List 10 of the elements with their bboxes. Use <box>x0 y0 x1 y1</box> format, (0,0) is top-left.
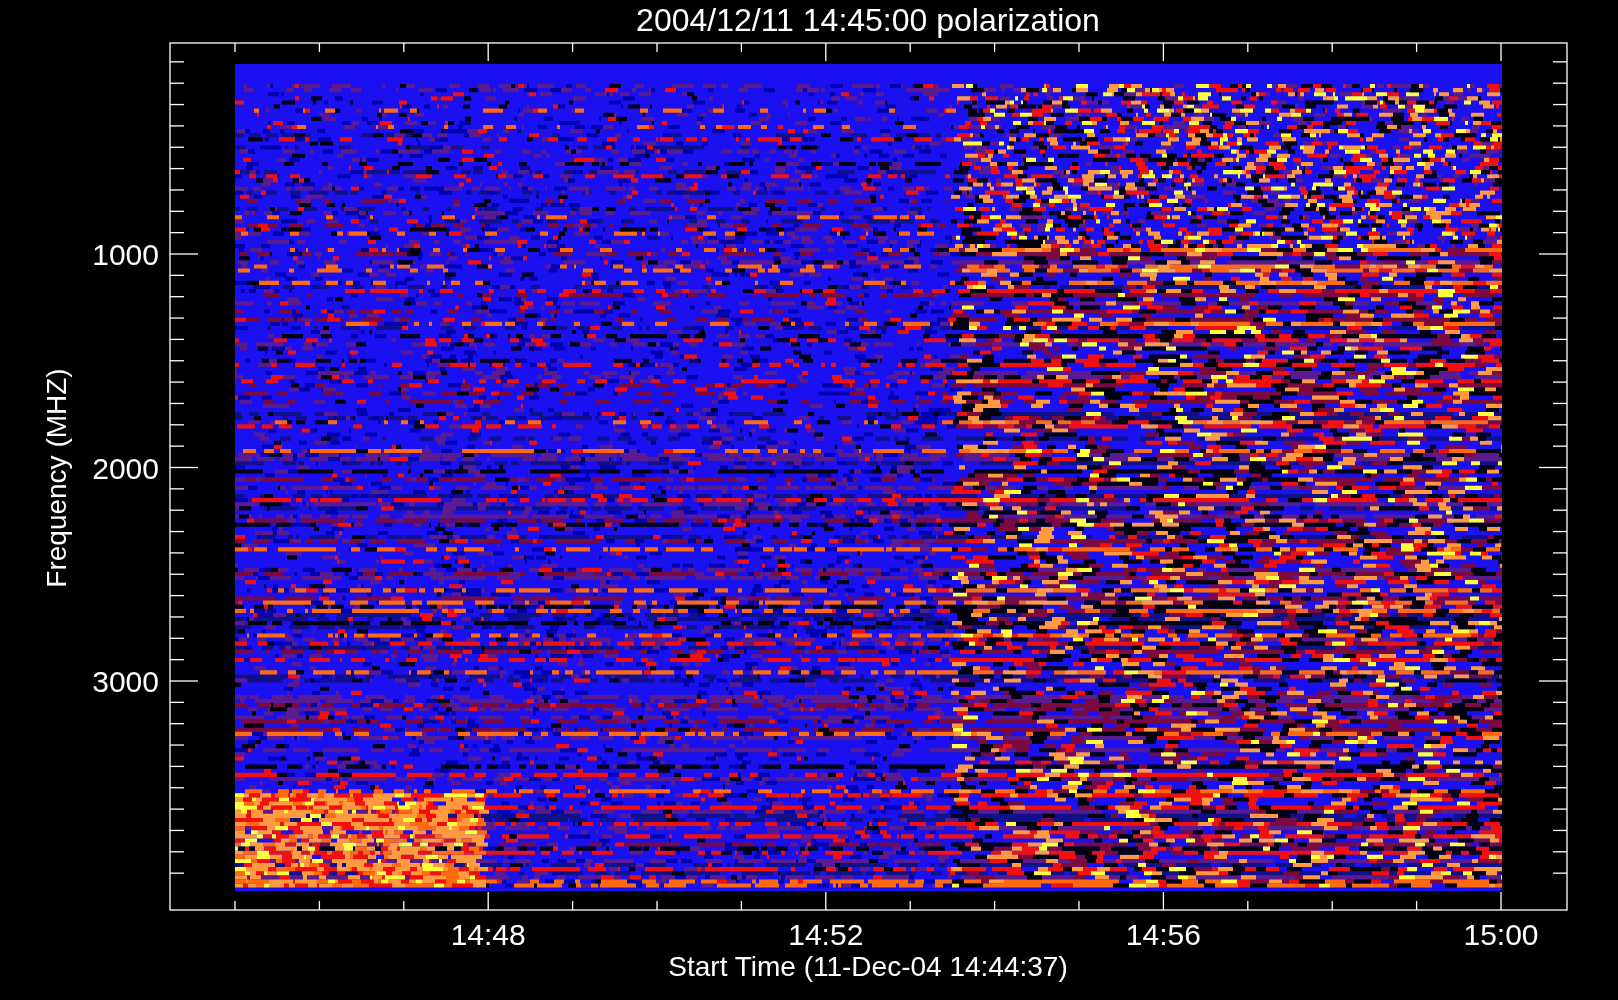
chart-title: 2004/12/11 14:45:00 polarization <box>636 2 1100 38</box>
axis-title: Start Time (11-Dec-04 14:44:37) <box>668 951 1068 982</box>
axis-tick-label: 2000 <box>92 451 159 485</box>
axis-tick-label: 14:48 <box>450 918 526 951</box>
axis-tick-label: 1000 <box>92 238 159 271</box>
axis-tick-label: 15:00 <box>1463 918 1539 951</box>
axis-tick-label: 14:52 <box>788 918 864 951</box>
axis-title: Frequency (MHZ) <box>41 368 72 588</box>
axis-tick-label: 3000 <box>92 665 159 698</box>
axis-tick-label: 14:56 <box>1125 918 1201 951</box>
